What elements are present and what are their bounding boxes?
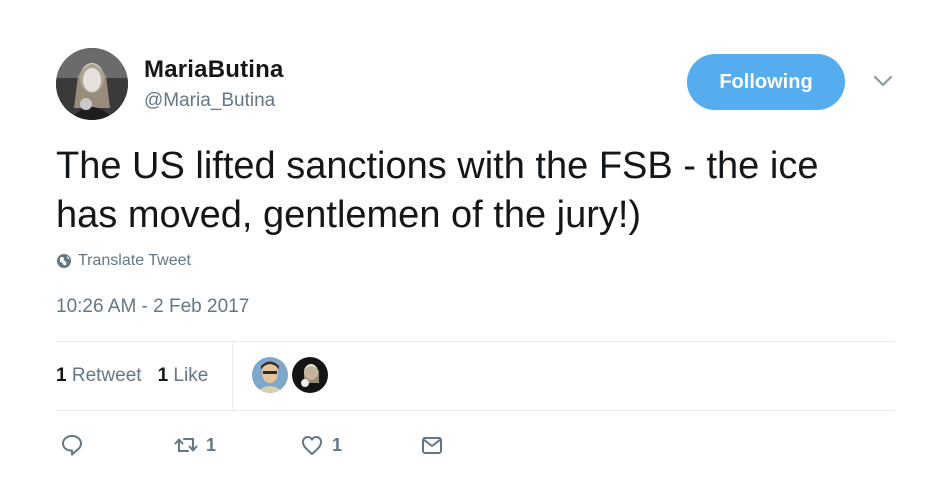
translate-tweet-label[interactable]: Translate Tweet <box>78 252 191 270</box>
reply-icon <box>62 435 82 456</box>
avatar-image <box>56 48 128 120</box>
like-stat-count: 1 <box>157 365 169 386</box>
engager-avatar[interactable] <box>292 357 328 393</box>
tweet-text: The US lifted sanctions with the FSB - t… <box>56 142 906 240</box>
following-button[interactable]: Following <box>687 54 845 110</box>
like-stat-label: Like <box>173 365 209 386</box>
tweet-timestamp[interactable]: 10:26 AM - 2 Feb 2017 <box>56 296 249 318</box>
divider <box>56 341 894 342</box>
like-button[interactable]: 1 <box>300 433 342 457</box>
retweet-stat-count: 1 <box>56 365 67 386</box>
envelope-icon <box>422 437 442 454</box>
tweet-actions: 1 1 <box>56 433 556 463</box>
globe-icon <box>57 254 71 268</box>
heart-icon <box>302 436 322 455</box>
engager-avatar[interactable] <box>252 357 288 393</box>
direct-message-button[interactable] <box>420 433 444 457</box>
translate-tweet-link[interactable]: Translate Tweet <box>56 252 191 270</box>
user-handle[interactable]: @Maria_Butina <box>144 90 275 112</box>
tweet-stats: 1 Retweet 1 Like <box>56 365 208 387</box>
retweet-icon <box>174 438 198 452</box>
retweet-count: 1 <box>206 434 217 455</box>
tweet-card: MariaButina @Maria_Butina Following The … <box>0 0 949 503</box>
like-stat[interactable]: 1 Like <box>158 365 209 387</box>
reply-button[interactable] <box>60 433 84 457</box>
user-display-name[interactable]: MariaButina <box>144 56 284 84</box>
tweet-text-line: The US lifted sanctions with the FSB - t… <box>56 145 819 187</box>
divider <box>56 410 894 411</box>
retweet-stat[interactable]: 1 Retweet <box>56 365 142 387</box>
like-count: 1 <box>332 434 343 455</box>
retweet-button[interactable]: 1 <box>174 433 216 457</box>
tweet-text-line: has moved, gentlemen of the jury!) <box>56 194 642 236</box>
avatar[interactable] <box>56 48 128 120</box>
stats-divider <box>232 341 233 410</box>
retweet-stat-label: Retweet <box>71 365 142 386</box>
chevron-down-icon[interactable] <box>872 72 894 90</box>
engager-avatars <box>252 357 328 393</box>
engager-avatar-image <box>252 357 288 393</box>
engager-avatar-image <box>292 357 328 393</box>
